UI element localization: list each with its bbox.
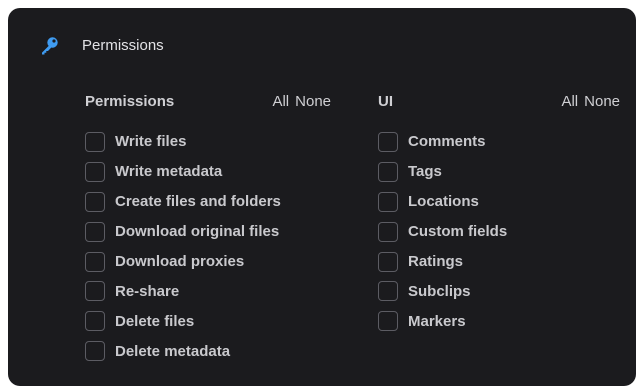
ui-custom-fields[interactable]: Custom fields [378, 217, 620, 247]
ui-select-none-link[interactable]: None [584, 93, 620, 110]
ui-column-header: UI All None [378, 90, 620, 114]
permissions-column-title: Permissions [85, 93, 175, 110]
permission-delete-metadata[interactable]: Delete metadata [85, 336, 331, 366]
ui-subclips[interactable]: Subclips [378, 276, 620, 306]
checkbox[interactable] [378, 191, 398, 212]
permissions-panel: Permissions Permissions All None Write fi… [8, 8, 636, 386]
ui-column: UI All None Comments Tags Locations Custo… [378, 90, 620, 332]
checkbox-label: Create files and folders [115, 193, 281, 211]
checkbox-label: Ratings [408, 253, 464, 270]
checkbox[interactable] [378, 251, 398, 272]
panel-title: Permissions [82, 37, 164, 54]
checkbox[interactable] [85, 251, 105, 272]
permission-create-files-and-folders[interactable]: Create files and folders [85, 187, 331, 217]
ui-comments[interactable]: Comments [378, 127, 620, 157]
checkbox-label: Custom fields [408, 223, 508, 241]
checkbox[interactable] [378, 221, 398, 242]
checkbox-label: Locations [408, 193, 479, 211]
permissions-checkbox-list: Write files Write metadata Create files … [85, 127, 331, 366]
permissions-select-none-link[interactable]: None [295, 93, 331, 110]
checkbox-label: Markers [408, 312, 466, 330]
checkbox[interactable] [85, 191, 105, 212]
checkbox[interactable] [378, 161, 398, 182]
checkbox[interactable] [85, 161, 105, 182]
checkbox[interactable] [85, 311, 105, 332]
ui-select-all-link[interactable]: All [561, 93, 578, 110]
checkbox-label: Comments [408, 133, 486, 151]
ui-select-links: All None [561, 90, 620, 114]
permissions-column: Permissions All None Write files Write me… [85, 90, 331, 362]
permissions-select-all-link[interactable]: All [272, 93, 289, 110]
permission-download-proxies[interactable]: Download proxies [85, 247, 331, 277]
checkbox-label: Re-share [115, 282, 180, 300]
ui-tags[interactable]: Tags [378, 157, 620, 187]
checkbox-label: Delete metadata [115, 342, 231, 360]
checkbox-label: Subclips [408, 282, 471, 300]
checkbox[interactable] [85, 131, 105, 152]
permission-write-files[interactable]: Write files [85, 127, 331, 157]
checkbox[interactable] [85, 281, 105, 302]
permissions-column-header: Permissions All None [85, 90, 331, 114]
permissions-select-links: All None [272, 90, 331, 114]
checkbox-label: Write files [115, 133, 187, 151]
checkbox-label: Tags [408, 163, 442, 181]
checkbox-label: Download original files [115, 223, 280, 241]
ui-markers[interactable]: Markers [378, 306, 620, 336]
permission-download-original-files[interactable]: Download original files [85, 217, 331, 247]
checkbox[interactable] [378, 311, 398, 332]
checkbox-label: Download proxies [115, 253, 245, 270]
ui-ratings[interactable]: Ratings [378, 247, 620, 277]
ui-checkbox-list: Comments Tags Locations Custom fields Ra… [378, 127, 620, 336]
checkbox[interactable] [378, 131, 398, 152]
key-icon [42, 37, 58, 55]
checkbox-label: Write metadata [115, 163, 223, 181]
checkbox-label: Delete files [115, 312, 195, 330]
checkbox[interactable] [85, 221, 105, 242]
checkbox[interactable] [378, 281, 398, 302]
ui-locations[interactable]: Locations [378, 187, 620, 217]
checkbox[interactable] [85, 341, 105, 362]
permission-delete-files[interactable]: Delete files [85, 306, 331, 336]
ui-column-title: UI [378, 93, 393, 110]
permission-write-metadata[interactable]: Write metadata [85, 157, 331, 187]
permission-re-share[interactable]: Re-share [85, 276, 331, 306]
